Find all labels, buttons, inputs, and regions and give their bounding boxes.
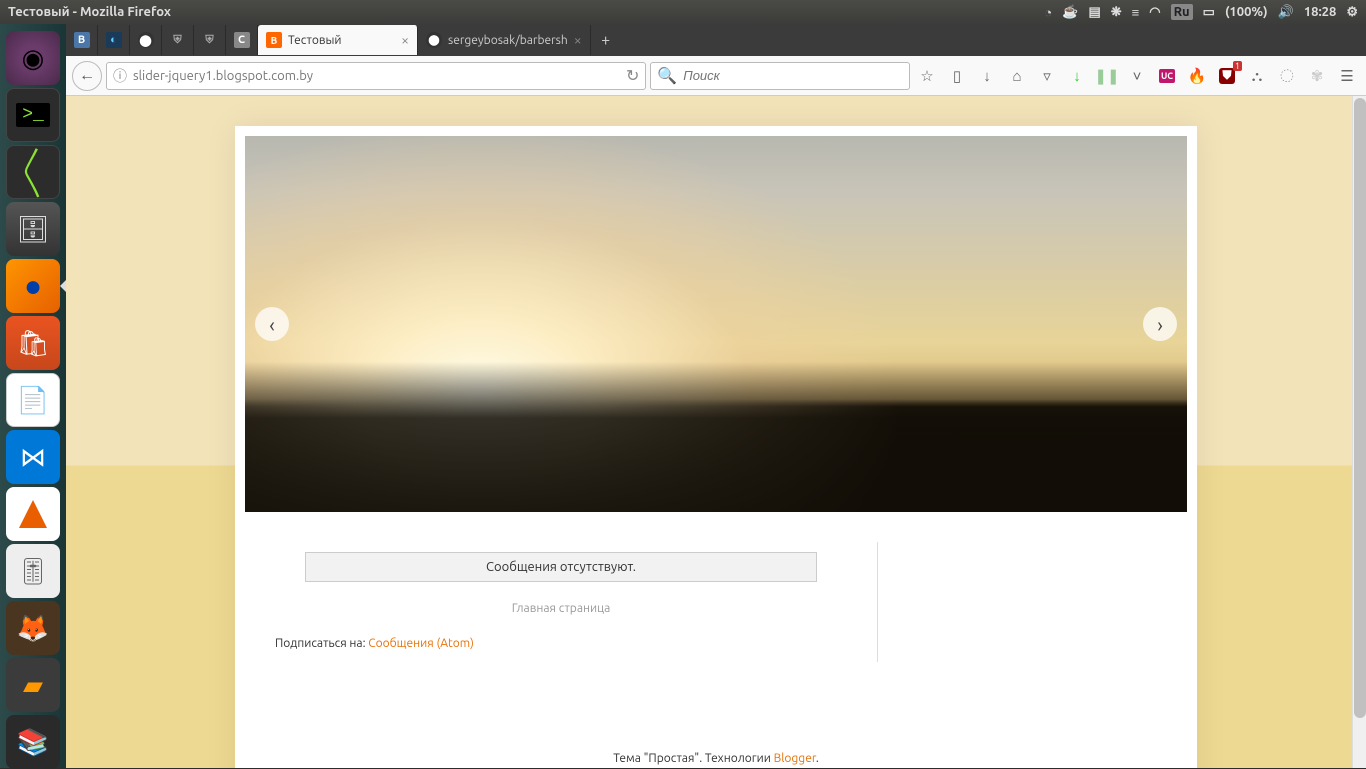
bookmark-star-icon[interactable]: ☆ bbox=[914, 63, 940, 89]
blog-container: ‹ › Сообщения отсутствуют. Главная стран… bbox=[235, 126, 1197, 768]
libreoffice-writer-icon[interactable]: 📄 bbox=[6, 373, 60, 427]
vlc-icon[interactable] bbox=[6, 487, 60, 541]
firefox-window: B ◐ ⬤ ⛨ ⛨ C B Тестовый × ⬤ sergeybosak/b… bbox=[66, 24, 1366, 768]
sublime-text-icon[interactable]: ▰ bbox=[6, 658, 60, 712]
scrollbar-thumb[interactable] bbox=[1354, 98, 1366, 718]
pinned-tab-vk[interactable]: B bbox=[66, 25, 98, 55]
tab-active[interactable]: B Тестовый × bbox=[258, 25, 418, 55]
search-bar[interactable]: 🔍 bbox=[650, 62, 910, 90]
home-link[interactable]: Главная страница bbox=[275, 588, 847, 621]
terminal-icon[interactable]: >_ bbox=[6, 88, 60, 142]
extension-icon[interactable]: ❚❚ bbox=[1094, 63, 1120, 89]
books-icon[interactable]: 📚 bbox=[6, 715, 60, 769]
dropdown-icon[interactable]: ˅ bbox=[1124, 63, 1150, 89]
pinned-tab-2[interactable]: ◐ bbox=[98, 25, 130, 55]
software-center-icon[interactable]: 🛍 bbox=[6, 316, 60, 370]
blogger-link[interactable]: Blogger bbox=[774, 752, 816, 765]
subscribe-atom-link[interactable]: Сообщения (Atom) bbox=[368, 637, 474, 650]
battery-icon[interactable]: ▭ bbox=[1203, 5, 1215, 20]
paw-icon[interactable]: ✾ bbox=[1304, 63, 1330, 89]
slider-image bbox=[245, 136, 1187, 512]
blog-footer: Тема "Простая". Технологии Blogger. bbox=[245, 662, 1187, 765]
clipboard-icon[interactable]: ▤ bbox=[1088, 5, 1100, 20]
file-manager-icon[interactable]: 🗄 bbox=[6, 202, 60, 256]
battery-percent: (100%) bbox=[1225, 5, 1268, 19]
window-title: Тестовый - Mozilla Firefox bbox=[8, 5, 1044, 19]
tab-title: sergeybosak/barbersh bbox=[448, 34, 568, 47]
blogger-favicon: B bbox=[266, 32, 282, 48]
cloud-icon[interactable]: ◔ bbox=[1044, 5, 1052, 20]
refresh-circle-icon[interactable]: ◌ bbox=[1274, 63, 1300, 89]
url-bar[interactable]: ⓘ slider-jquery1.blogspot.com.by ↻ bbox=[106, 62, 646, 90]
subscribe-line: Подписаться на: Сообщения (Atom) bbox=[275, 621, 847, 650]
uc-extension-icon[interactable]: UC bbox=[1154, 63, 1180, 89]
search-icon: 🔍 bbox=[657, 66, 677, 85]
toolbar-icons: ☆ ▯ ↓ ⌂ ▿ ↓ ❚❚ ˅ UC 🔥 ⛊1 ⛬ ◌ ✾ ☰ bbox=[914, 63, 1360, 89]
sound-settings-icon[interactable]: 🎚 bbox=[6, 544, 60, 598]
search-input[interactable] bbox=[683, 68, 903, 83]
footer-suffix: . bbox=[816, 752, 819, 765]
gimp-icon[interactable]: 🦊 bbox=[6, 601, 60, 655]
no-posts-message: Сообщения отсутствуют. bbox=[305, 552, 817, 582]
home-icon[interactable]: ⌂ bbox=[1004, 63, 1030, 89]
tab-github[interactable]: ⬤ sergeybosak/barbersh × bbox=[418, 25, 591, 55]
wifi-icon[interactable]: ◠ bbox=[1149, 5, 1160, 20]
hamburger-menu-icon[interactable]: ☰ bbox=[1334, 63, 1360, 89]
site-info-icon[interactable]: ⓘ bbox=[113, 66, 127, 86]
pinned-tabs: B ◐ ⬤ ⛨ ⛨ C bbox=[66, 25, 258, 55]
system-monitor-icon[interactable]: 〳〵 bbox=[6, 145, 60, 199]
clock[interactable]: 18:28 bbox=[1304, 5, 1337, 19]
extension-dots-icon[interactable]: ⛬ bbox=[1244, 63, 1270, 89]
keyboard-layout-indicator[interactable]: Ru bbox=[1171, 4, 1193, 20]
tab-close-icon[interactable]: × bbox=[401, 32, 409, 48]
ublock-icon[interactable]: ⛊1 bbox=[1214, 63, 1240, 89]
sync-icon[interactable]: ❋ bbox=[1111, 5, 1122, 20]
firefox-icon[interactable]: ● bbox=[6, 259, 60, 313]
pinned-tab-github[interactable]: ⬤ bbox=[130, 25, 162, 55]
nav-bar: ← ⓘ slider-jquery1.blogspot.com.by ↻ 🔍 ☆… bbox=[66, 56, 1366, 96]
indicator-icon[interactable]: ≡ bbox=[1132, 5, 1140, 20]
back-button[interactable]: ← bbox=[72, 61, 102, 91]
footer-prefix: Тема "Простая". Технологии bbox=[613, 752, 773, 765]
tab-strip: B ◐ ⬤ ⛨ ⛨ C B Тестовый × ⬤ sergeybosak/b… bbox=[66, 24, 1366, 56]
unity-launcher: ◉ >_ 〳〵 🗄 ● 🛍 📄 ⋈ 🎚 🦊 ▰ 📚 bbox=[0, 24, 66, 768]
sidebar-column bbox=[877, 542, 1187, 662]
pinned-tab-c[interactable]: C bbox=[226, 25, 258, 55]
content-area: Сообщения отсутствуют. Главная страница … bbox=[245, 542, 1187, 662]
pinned-tab-shield1[interactable]: ⛨ bbox=[162, 25, 194, 55]
pinned-tab-shield2[interactable]: ⛨ bbox=[194, 25, 226, 55]
download-icon[interactable]: ↓ bbox=[974, 63, 1000, 89]
tab-title: Тестовый bbox=[288, 34, 395, 47]
coffee-icon[interactable]: ☕ bbox=[1062, 5, 1078, 20]
dash-home-icon[interactable]: ◉ bbox=[6, 31, 60, 85]
vscode-icon[interactable]: ⋈ bbox=[6, 430, 60, 484]
system-tray: ◔ ☕ ▤ ❋ ≡ ◠ Ru ▭ (100%) 🔊 18:28 ⚙ bbox=[1044, 4, 1358, 20]
slider-next-button[interactable]: › bbox=[1143, 307, 1177, 341]
image-slider: ‹ › bbox=[245, 136, 1187, 512]
url-text: slider-jquery1.blogspot.com.by bbox=[133, 69, 620, 83]
slider-prev-button[interactable]: ‹ bbox=[255, 307, 289, 341]
new-tab-button[interactable]: + bbox=[591, 31, 621, 49]
main-column: Сообщения отсутствуют. Главная страница … bbox=[245, 542, 877, 662]
settings-gear-icon[interactable]: ⚙ bbox=[1346, 5, 1358, 20]
system-top-bar: Тестовый - Mozilla Firefox ◔ ☕ ▤ ❋ ≡ ◠ R… bbox=[0, 0, 1366, 24]
pocket-save-icon[interactable]: ▿ bbox=[1034, 63, 1060, 89]
reload-icon[interactable]: ↻ bbox=[626, 66, 639, 85]
pocket-icon[interactable]: ▯ bbox=[944, 63, 970, 89]
volume-icon[interactable]: 🔊 bbox=[1278, 5, 1294, 20]
page-viewport: ‹ › Сообщения отсутствуют. Главная стран… bbox=[66, 96, 1366, 768]
tab-close-icon[interactable]: × bbox=[574, 32, 582, 48]
vertical-scrollbar[interactable] bbox=[1352, 96, 1366, 768]
github-favicon: ⬤ bbox=[426, 32, 442, 48]
flame-icon[interactable]: 🔥 bbox=[1184, 63, 1210, 89]
subscribe-prefix: Подписаться на: bbox=[275, 637, 368, 650]
download-green-icon[interactable]: ↓ bbox=[1064, 63, 1090, 89]
